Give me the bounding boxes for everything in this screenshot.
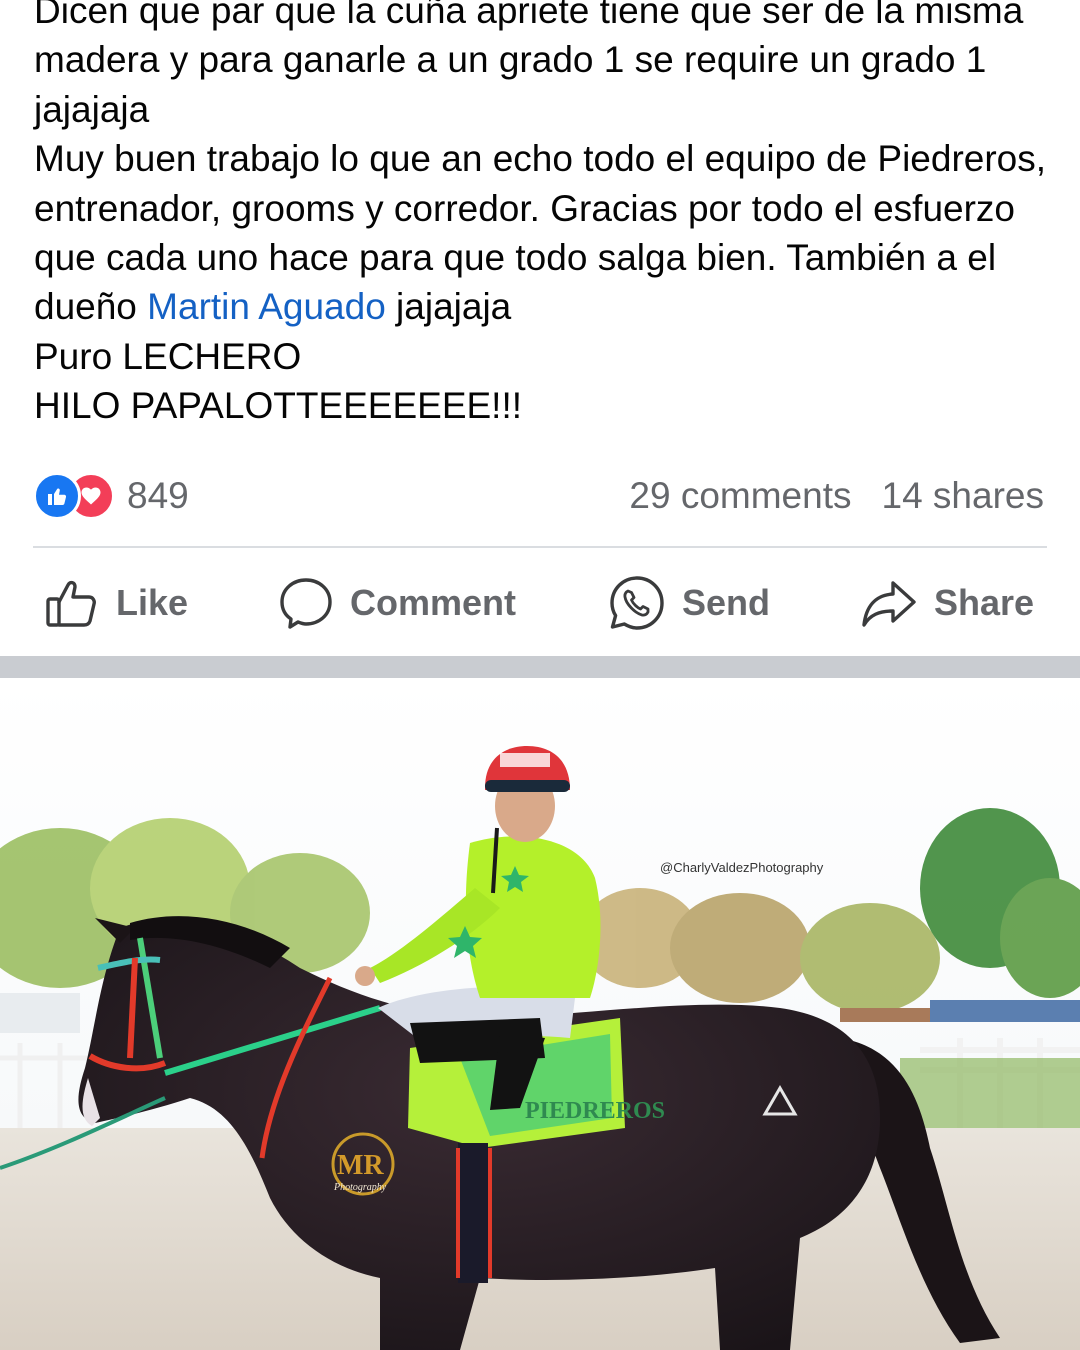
thumbs-up-icon bbox=[44, 575, 100, 631]
reaction-count: 849 bbox=[127, 475, 189, 516]
reactions-summary[interactable]: 849 bbox=[33, 472, 189, 520]
divider bbox=[33, 546, 1047, 548]
shares-count[interactable]: 14 shares bbox=[882, 475, 1045, 517]
whatsapp-icon bbox=[608, 574, 666, 632]
share-button[interactable]: Share bbox=[860, 568, 1034, 638]
comments-count[interactable]: 29 comments bbox=[629, 475, 851, 517]
post-photo[interactable]: PIEDREROS MR Photography @CharlyValdezPh… bbox=[0, 678, 1080, 1350]
like-label: Like bbox=[116, 582, 189, 623]
like-icon bbox=[33, 472, 81, 520]
mention-link[interactable]: Martin Aguado bbox=[147, 286, 386, 327]
logo-text: MR bbox=[337, 1150, 384, 1181]
reaction-stats-bar: 849 29 comments 14 shares bbox=[33, 468, 1044, 524]
comment-label: Comment bbox=[350, 582, 517, 623]
logo-subtext: Photography bbox=[333, 1182, 387, 1193]
post-text: Dicen que par que la cuña apriete tiene … bbox=[34, 0, 1054, 431]
post-paragraph-2: Muy buen trabajo lo que an echo todo el … bbox=[34, 134, 1054, 332]
post-paragraph-1: Dicen que par que la cuña apriete tiene … bbox=[34, 0, 1024, 130]
send-button[interactable]: Send bbox=[608, 568, 770, 638]
like-button[interactable]: Like bbox=[44, 568, 188, 638]
post-actions-bar: Like Comment Send Share bbox=[0, 568, 1080, 638]
post-paragraph-2-tail: jajajaja bbox=[385, 286, 512, 328]
post-line-hilo: HILO PAPALOTTEEEEEEE!!! bbox=[34, 385, 523, 427]
share-arrow-icon bbox=[860, 575, 918, 631]
send-label: Send bbox=[682, 582, 771, 623]
comment-icon bbox=[278, 575, 334, 631]
photo-watermark: @CharlyValdezPhotography bbox=[660, 860, 824, 875]
share-label: Share bbox=[934, 582, 1035, 623]
saddle-cloth-text: PIEDREROS bbox=[525, 1098, 665, 1124]
post-line-lechero: Puro LECHERO bbox=[34, 335, 302, 377]
photo-illustration: PIEDREROS MR Photography bbox=[0, 678, 1080, 1350]
comment-button[interactable]: Comment bbox=[278, 568, 516, 638]
feed-separator bbox=[0, 656, 1080, 678]
